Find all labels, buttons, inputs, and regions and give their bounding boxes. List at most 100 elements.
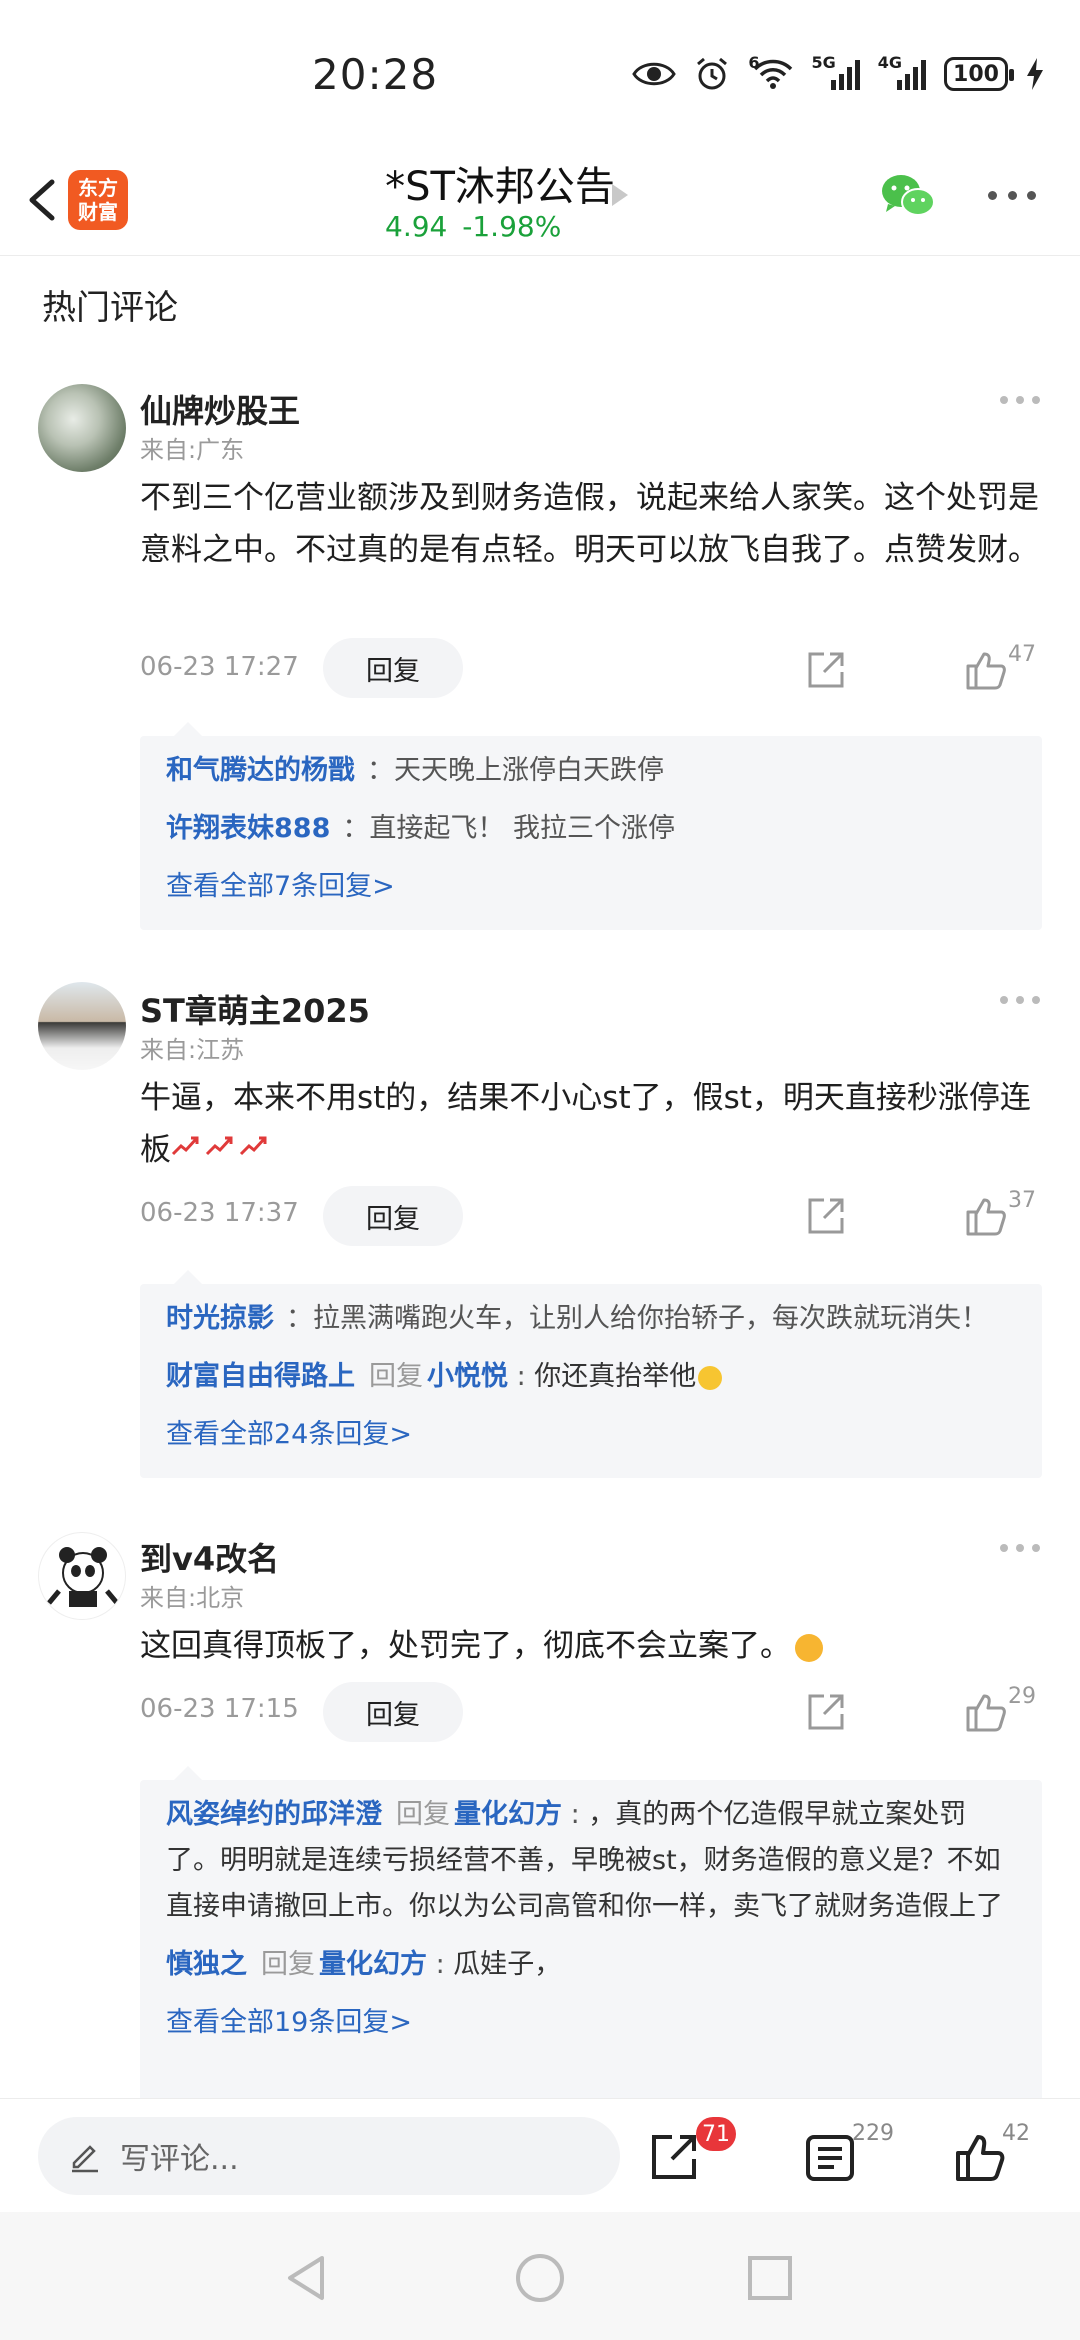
reply-target[interactable]: 量化幻方 xyxy=(454,1799,562,1830)
reply-item[interactable]: 和气腾达的杨戬 ：天天晚上涨停白天跌停 xyxy=(166,748,1016,794)
signal-4g-label: 4G xyxy=(877,52,902,72)
wechat-icon xyxy=(882,175,935,216)
reply-author[interactable]: 慎独之 xyxy=(166,1949,247,1980)
like-count: 29 xyxy=(1008,1684,1036,1709)
comment-content: 不到三个亿营业额涉及到财务造假，说起来给人家笑。这个处罚是意料之中。不过真的是有… xyxy=(140,480,1039,568)
wechat-share-button[interactable] xyxy=(880,172,936,220)
more-options-button[interactable] xyxy=(988,188,1036,202)
wink-emoji-icon xyxy=(795,1633,823,1662)
comments-count: 229 xyxy=(852,2121,894,2146)
comment-location: 来自:北京 xyxy=(140,1584,245,1612)
comment-more-button[interactable] xyxy=(1000,996,1040,1006)
trend-up-emoji-icon xyxy=(171,1132,271,1168)
comment-content: 这回真得顶板了，处罚完了，彻底不会立案了。 xyxy=(140,1620,1045,1672)
comment-more-button[interactable] xyxy=(1000,1544,1040,1554)
thumbs-up-icon[interactable] xyxy=(964,648,1008,692)
wifi-icon: 6 xyxy=(748,53,793,90)
wifi-label: 6 xyxy=(748,52,760,72)
signal-4g-icon: 4G xyxy=(878,53,926,90)
status-icons: 6 5G 4G 100 xyxy=(632,53,1044,92)
reply-text: 瓜娃子， xyxy=(453,1949,562,1980)
comment-time: 06-23 17:27 xyxy=(140,652,299,682)
avatar[interactable] xyxy=(38,982,126,1070)
charging-icon xyxy=(1026,58,1044,90)
reply-item[interactable]: 慎独之 回复 量化幻方 : 瓜娃子， xyxy=(166,1942,1016,1988)
reply-button[interactable]: 回复 xyxy=(323,1682,463,1742)
share-badge: 71 xyxy=(696,2117,736,2151)
reply-list: 和气腾达的杨戬 ：天天晚上涨停白天跌停 许翔表妹888 ：直接起飞！ 我拉三个涨停 … xyxy=(140,722,1042,930)
stock-quote: 4.94 -1.98% xyxy=(385,210,561,243)
reply-author[interactable]: 财富自由得路上 xyxy=(166,1361,355,1392)
avatar[interactable] xyxy=(38,384,126,472)
comment-content: 牛逼，本来不用st的，结果不小心st了，假st，明天直接秒涨停连板 xyxy=(140,1072,1045,1176)
stock-title[interactable]: *ST沐邦公告 xyxy=(385,154,615,212)
pencil-icon xyxy=(72,2145,98,2173)
reply-list: 风姿绰约的邱洋澄 回复 量化幻方 : ，真的两个亿造假早就立案处罚了。明明就是连续亏… xyxy=(140,1766,1042,2110)
thumbs-up-icon[interactable] xyxy=(964,1194,1008,1238)
comments-list-icon[interactable] xyxy=(804,2131,856,2183)
reply-item[interactable]: 风姿绰约的邱洋澄 回复 量化幻方 : ，真的两个亿造假早就立案处罚了。明明就是连续亏… xyxy=(166,1792,1016,1930)
page-header: 东方 财富 *ST沐邦公告 4.94 -1.98% xyxy=(0,150,1080,256)
signal-5g-label: 5G xyxy=(811,52,836,72)
nav-back-icon[interactable] xyxy=(282,2252,334,2304)
avatar[interactable] xyxy=(38,1532,126,1620)
reply-list: 时光掠影 ：拉黑满嘴跑火车，让别人给你抬轿子，每次跌就玩消失！ 财富自由得路上 回复… xyxy=(140,1270,1042,1478)
reply-verb: 回复 xyxy=(396,1799,450,1830)
comment-more-button[interactable] xyxy=(1000,396,1040,406)
stock-price: 4.94 xyxy=(385,210,448,243)
section-title: 热门评论 xyxy=(42,288,178,328)
view-all-replies-link[interactable]: 查看全部24条回复> xyxy=(166,1412,1016,1458)
share-icon[interactable] xyxy=(648,2131,700,2183)
reply-text: ：天天晚上涨停白天跌停 xyxy=(367,755,664,786)
reply-text: 你还真抬举他 xyxy=(534,1361,697,1392)
comment-time: 06-23 17:15 xyxy=(140,1694,299,1724)
view-all-replies-link[interactable]: 查看全部7条回复> xyxy=(166,864,1016,910)
reply-item[interactable]: 许翔表妹888 ：直接起飞！ 我拉三个涨停 xyxy=(166,806,1016,852)
reply-author[interactable]: 许翔表妹888 xyxy=(166,813,330,844)
write-comment-placeholder: 写评论... xyxy=(120,2142,239,2177)
comment-location: 来自:江苏 xyxy=(140,1036,245,1064)
share-icon[interactable] xyxy=(804,648,848,692)
thumbs-up-icon[interactable] xyxy=(964,1690,1008,1734)
reply-item[interactable]: 财富自由得路上 回复 小悦悦 : 你还真抬举他 xyxy=(166,1354,1016,1400)
comment-text: 牛逼，本来不用st的，结果不小心st了，假st，明天直接秒涨停连板 xyxy=(140,1080,1031,1168)
comment-text: 这回真得顶板了，处罚完了，彻底不会立案了。 xyxy=(140,1628,791,1664)
battery-icon: 100 xyxy=(944,57,1014,91)
comment-location: 来自:广东 xyxy=(140,436,245,464)
reply-text: ：直接起飞！ 我拉三个涨停 xyxy=(342,813,675,844)
share-icon[interactable] xyxy=(804,1690,848,1734)
reply-verb: 回复 xyxy=(369,1361,423,1392)
reply-item[interactable]: 时光掠影 ：拉黑满嘴跑火车，让别人给你抬轿子，每次跌就玩消失！ xyxy=(166,1296,1016,1342)
reply-target[interactable]: 小悦悦 xyxy=(427,1361,508,1392)
reply-verb: 回复 xyxy=(261,1949,315,1980)
thumbs-up-icon[interactable] xyxy=(954,2131,1006,2183)
likes-count: 42 xyxy=(1002,2121,1030,2146)
reply-author[interactable]: 时光掠影 xyxy=(166,1303,274,1334)
status-bar: 20:28 6 5G 4G 100 xyxy=(0,0,1080,150)
write-comment-input[interactable]: 写评论... xyxy=(38,2117,620,2195)
nav-recents-icon[interactable] xyxy=(744,2252,796,2304)
status-time: 20:28 xyxy=(312,50,439,99)
reply-author[interactable]: 和气腾达的杨戬 xyxy=(166,755,355,786)
panda-avatar-icon xyxy=(47,1547,119,1607)
comment-time: 06-23 17:37 xyxy=(140,1198,299,1228)
reply-button[interactable]: 回复 xyxy=(323,1186,463,1246)
like-count: 37 xyxy=(1008,1188,1036,1213)
comment-username[interactable]: 仙牌炒股王 xyxy=(140,386,300,432)
reply-button[interactable]: 回复 xyxy=(323,638,463,698)
share-icon[interactable] xyxy=(804,1194,848,1238)
alarm-icon xyxy=(694,56,730,92)
caret-right-icon[interactable] xyxy=(612,184,628,206)
reply-text: ：拉黑满嘴跑火车，让别人给你抬轿子，每次跌就玩消失！ xyxy=(286,1303,988,1334)
view-all-replies-link[interactable]: 查看全部19条回复> xyxy=(166,2000,1016,2046)
bottom-action-bar: 写评论... 71 229 42 xyxy=(0,2098,1080,2212)
reply-target[interactable]: 量化幻方 xyxy=(319,1949,427,1980)
signal-5g-icon: 5G xyxy=(811,53,860,90)
laughing-emoji-icon xyxy=(698,1365,723,1390)
reply-author[interactable]: 风姿绰约的邱洋澄 xyxy=(166,1799,382,1830)
comment-username[interactable]: ST章萌主2025 xyxy=(140,986,370,1032)
stock-change: -1.98% xyxy=(462,210,562,243)
like-count: 47 xyxy=(1008,642,1036,667)
comment-username[interactable]: 到v4改名 xyxy=(140,1534,279,1580)
nav-home-icon[interactable] xyxy=(514,2252,566,2304)
